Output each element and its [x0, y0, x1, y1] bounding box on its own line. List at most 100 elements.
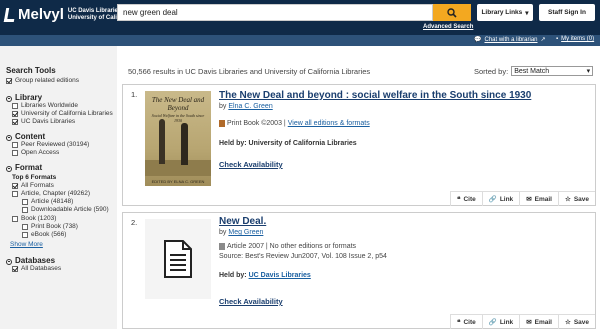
view-all-editions-link[interactable]: View all editions & formats — [288, 120, 370, 127]
filter-print-book[interactable]: Print Book (738) — [22, 223, 117, 231]
external-link-icon: ↗ — [540, 37, 546, 43]
check-availability-link[interactable]: Check Availability — [219, 160, 283, 169]
checkbox-checked[interactable] — [6, 78, 12, 84]
filter-article-chapter[interactable]: Article, Chapter (49262) — [12, 190, 117, 198]
search-tools-title: Search Tools — [6, 66, 56, 75]
filter-ebook[interactable]: eBook (566) — [22, 231, 117, 239]
logo-mark — [3, 7, 17, 22]
option-label: UC Davis Libraries — [21, 118, 76, 125]
library-links-button[interactable]: Library Links ▾ — [477, 4, 533, 21]
option-label: Article (48148) — [31, 198, 74, 205]
filter-all-formats[interactable]: All Formats — [12, 182, 117, 190]
filter-open-access[interactable]: Open Access — [12, 149, 117, 157]
search-button[interactable] — [433, 4, 471, 21]
melvyl-logo[interactable]: Melvyl UC Davis Libraries University of … — [3, 6, 134, 23]
checkbox[interactable] — [12, 150, 18, 156]
checkbox-checked[interactable] — [12, 183, 18, 189]
result-actions: ❝ Cite 🔗 Link ✉ Email ☆ Save — [449, 191, 595, 206]
filter-uc-davis-libraries[interactable]: UC Davis Libraries — [12, 118, 117, 126]
filter-uc-libraries[interactable]: University of California Libraries — [12, 110, 117, 118]
result-byline: by Elna C. Green — [219, 103, 273, 110]
content-section-title[interactable]: Content — [6, 132, 117, 141]
checkbox[interactable] — [22, 207, 28, 213]
held-by-label: Held by: — [219, 272, 247, 279]
my-items-label: My items (0) — [561, 36, 595, 42]
link-button[interactable]: 🔗 Link — [481, 192, 519, 206]
action-label: Email — [534, 318, 552, 326]
cite-button[interactable]: ❝ Cite — [449, 315, 482, 329]
show-more-link[interactable]: Show More — [10, 241, 117, 248]
top-formats-label: Top 6 Formats — [12, 174, 57, 181]
cite-button[interactable]: ❝ Cite — [449, 192, 482, 206]
my-items-link[interactable]: ▪ My items (0) — [556, 36, 594, 42]
filter-peer-reviewed[interactable]: Peer Reviewed (30194) — [12, 141, 117, 149]
filter-all-databases[interactable]: All Databases — [12, 265, 117, 273]
result-title-link[interactable]: New Deal. — [219, 216, 266, 227]
option-label: All Databases — [21, 265, 62, 272]
databases-section: Databases All Databases — [6, 256, 117, 273]
sort-select[interactable]: Best Match ▾ — [511, 66, 594, 76]
document-icon — [164, 240, 192, 278]
chevron-down-icon: ▾ — [586, 68, 591, 75]
content-section: Content Peer Reviewed (30194) Open Acces… — [6, 132, 117, 157]
checkbox[interactable] — [22, 232, 28, 238]
checkbox[interactable] — [12, 142, 18, 148]
databases-section-title[interactable]: Databases — [6, 256, 117, 265]
group-related-option[interactable]: Group related editions — [6, 77, 117, 85]
option-label: eBook (566) — [31, 231, 67, 238]
filter-downloadable-article[interactable]: Downloadable Article (590) — [22, 206, 117, 214]
checkbox[interactable] — [22, 224, 28, 230]
chat-link[interactable]: 💬 Chat with a librarian ↗ — [474, 36, 546, 44]
author-link[interactable]: Elna C. Green — [228, 103, 272, 110]
filter-book[interactable]: Book (1203) — [12, 215, 117, 223]
collapse-icon — [6, 134, 12, 141]
checkbox-checked[interactable] — [12, 111, 18, 117]
save-button[interactable]: ☆ Save — [557, 192, 595, 206]
library-links-label: Library Links — [481, 9, 523, 16]
held-by: Held by: UC Davis Libraries — [219, 272, 311, 279]
format-section-title[interactable]: Format — [6, 163, 117, 172]
email-button[interactable]: ✉ Email — [519, 192, 558, 206]
section-title-text: Format — [15, 163, 43, 172]
library-section: Library Libraries Worldwide University o… — [6, 93, 117, 126]
save-button[interactable]: ☆ Save — [557, 315, 595, 329]
cover-figure — [181, 123, 188, 165]
sort-control: Sorted by: Best Match ▾ — [474, 66, 594, 76]
filter-article[interactable]: Article (48148) — [22, 198, 117, 206]
filter-libraries-worldwide[interactable]: Libraries Worldwide — [12, 102, 117, 110]
sorted-by-label: Sorted by: — [474, 66, 509, 76]
staff-sign-in-button[interactable]: Staff Sign In — [539, 4, 595, 21]
held-library-link[interactable]: UC Davis Libraries — [249, 272, 311, 279]
option-label: Peer Reviewed (30194) — [21, 141, 90, 148]
link-button[interactable]: 🔗 Link — [481, 315, 519, 329]
result-item: 1. The New Deal and Beyond Social Welfar… — [122, 84, 596, 206]
option-label: Book (1203) — [21, 215, 57, 222]
sort-value: Best Match — [514, 67, 550, 75]
checkbox[interactable] — [22, 199, 28, 205]
article-thumbnail[interactable] — [145, 219, 211, 299]
email-button[interactable]: ✉ Email — [519, 315, 558, 329]
checkbox[interactable] — [12, 216, 18, 222]
checkbox-checked[interactable] — [12, 119, 18, 125]
format-text: Article 2007 | No other editions or form… — [227, 243, 357, 250]
result-byline: by Meg Green — [219, 229, 263, 236]
logo-text: Melvyl — [18, 6, 64, 23]
author-link[interactable]: Meg Green — [228, 229, 263, 236]
caret-down-icon: ▾ — [525, 9, 529, 17]
section-title-text: Content — [15, 132, 46, 141]
book-cover-image[interactable]: The New Deal and Beyond Social Welfare i… — [145, 91, 211, 186]
result-title-link[interactable]: The New Deal and beyond : social welfare… — [219, 90, 531, 101]
result-actions: ❝ Cite 🔗 Link ✉ Email ☆ Save — [449, 314, 595, 329]
advanced-search-link[interactable]: Advanced Search — [423, 24, 473, 30]
action-label: Email — [534, 195, 552, 203]
library-section-title[interactable]: Library — [6, 93, 117, 102]
checkbox[interactable] — [12, 103, 18, 109]
option-label: Article, Chapter (49262) — [21, 190, 91, 197]
option-label: Group related editions — [15, 77, 79, 84]
checkbox[interactable] — [12, 191, 18, 197]
check-availability-link[interactable]: Check Availability — [219, 297, 283, 306]
checkbox-checked[interactable] — [12, 266, 18, 272]
option-label: Print Book (738) — [31, 223, 78, 230]
collapse-icon — [6, 95, 12, 102]
search-input[interactable]: new green deal — [117, 4, 433, 21]
